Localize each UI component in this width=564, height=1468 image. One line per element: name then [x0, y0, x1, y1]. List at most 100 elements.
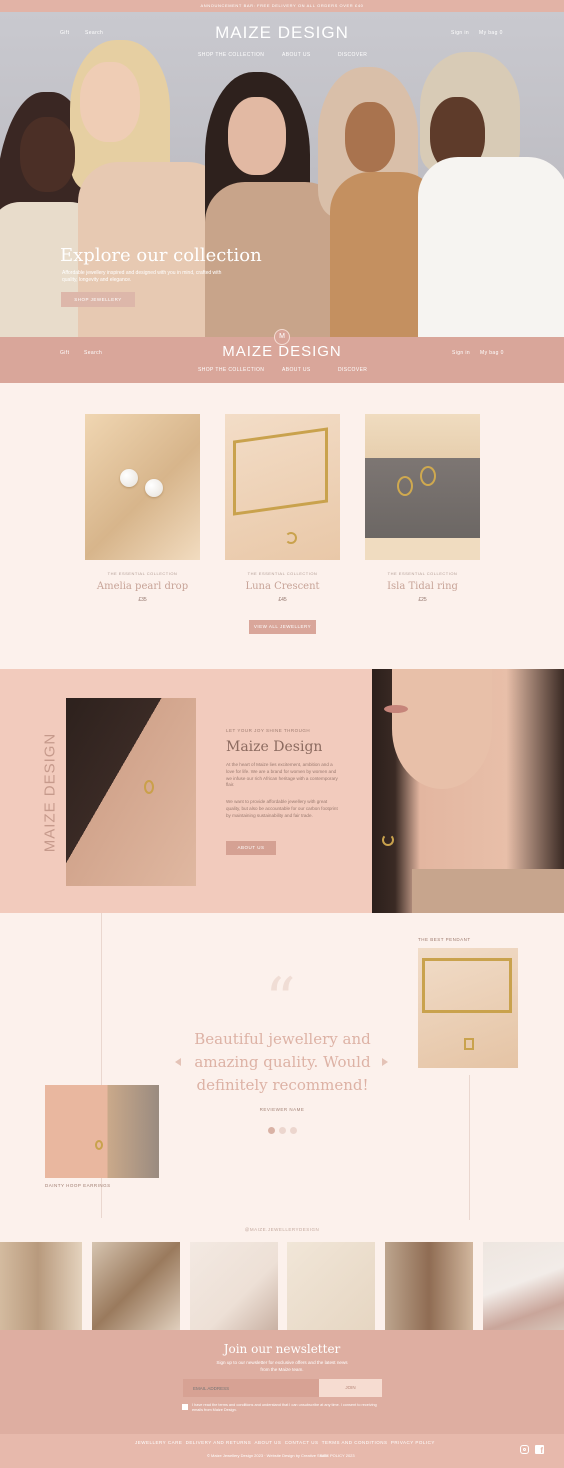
product-price: £35	[138, 597, 147, 603]
hero-model-2-face	[80, 62, 140, 142]
footer-link-about[interactable]: ABOUT US	[255, 1440, 282, 1445]
hoop-earring-icon	[95, 1140, 103, 1150]
instagram-thumb[interactable]	[287, 1242, 375, 1330]
sticky-bag-link[interactable]: My bag 0	[480, 350, 504, 356]
sticky-nav-about[interactable]: ABOUT US	[282, 367, 311, 373]
hero-text: Affordable jewellery inspired and design…	[62, 270, 222, 283]
next-arrow-icon[interactable]	[382, 1058, 388, 1066]
sticky-bag-count: 0	[500, 350, 504, 356]
pearl-icon	[120, 469, 138, 487]
carousel-dot[interactable]	[279, 1127, 286, 1134]
newsletter-section: Join our newsletter Sign up to our newsl…	[0, 1330, 564, 1434]
instagram-thumb[interactable]	[0, 1242, 82, 1330]
sticky-nav-shop[interactable]: SHOP THE COLLECTION	[198, 367, 264, 373]
newsletter-text: Sign up to our newsletter for exclusive …	[216, 1360, 348, 1372]
square-pendant-icon	[464, 1038, 474, 1050]
product-name[interactable]: Luna Crescent	[225, 581, 340, 592]
bag-label: My bag	[479, 30, 498, 36]
footer-link-privacy[interactable]: PRIVACY POLICY	[391, 1440, 435, 1445]
carousel-dot-active[interactable]	[268, 1127, 275, 1134]
hoop-earrings-image[interactable]	[45, 1085, 159, 1178]
hero-title: Explore our collection	[60, 245, 262, 266]
nav-discover[interactable]: DISCOVER	[338, 52, 367, 58]
sticky-header: M Gift Search MAIZE DESIGN Sign in My ba…	[0, 329, 564, 383]
nav-about[interactable]: ABOUT US	[282, 52, 311, 58]
consent-checkbox[interactable]	[182, 1404, 188, 1410]
about-paragraph-2: We want to provide affordable jewellery …	[226, 799, 338, 818]
hero-model-1-face	[20, 117, 75, 192]
best-pendant-image[interactable]	[418, 948, 518, 1068]
product-image-luna[interactable]	[225, 414, 340, 560]
footer-link-terms[interactable]: TERMS AND CONDITIONS	[322, 1440, 388, 1445]
about-image-model	[372, 669, 564, 913]
instagram-handle[interactable]: @MAIZE.JEWELLERYDESIGN	[0, 1227, 564, 1232]
instagram-thumb[interactable]	[190, 1242, 278, 1330]
footer-links: JEWELLERY CARE DELIVERY AND RETURNS ABOU…	[135, 1440, 435, 1445]
best-pendant-label: THE BEST PENDANT	[418, 937, 471, 942]
model-face	[392, 669, 492, 789]
pearl-icon	[145, 479, 163, 497]
about-title: Maize Design	[226, 739, 323, 755]
footer-link-contact[interactable]: CONTACT US	[285, 1440, 319, 1445]
quote-icon: “	[265, 965, 296, 1035]
about-eyebrow: LET YOUR JOY SHINE THROUGH	[226, 728, 311, 733]
footer-link-care[interactable]: JEWELLERY CARE	[135, 1440, 182, 1445]
hoop-earrings-label: DAINTY HOOP EARRINGS	[45, 1183, 111, 1188]
instagram-thumb[interactable]	[385, 1242, 473, 1330]
instagram-icon-lens	[522, 1447, 526, 1451]
carousel-dot[interactable]	[290, 1127, 297, 1134]
product-collection: THE ESSENTIAL COLLECTION	[107, 571, 178, 576]
crescent-necklace-icon	[382, 834, 394, 846]
prev-arrow-icon[interactable]	[175, 1058, 181, 1066]
hero-model-4-face	[345, 102, 395, 172]
about-paragraph-1: At the heart of Maize lies excitement, a…	[226, 762, 338, 788]
product-image-amelia[interactable]	[85, 414, 200, 560]
sticky-signin-link[interactable]: Sign in	[452, 350, 470, 356]
sticky-nav-discover[interactable]: DISCOVER	[338, 367, 367, 373]
product-name[interactable]: Amelia pearl drop	[85, 581, 200, 592]
glass-box-icon	[233, 427, 328, 516]
about-section: MAIZE DESIGN LET YOUR JOY SHINE THROUGH …	[0, 669, 564, 913]
model-lips	[384, 705, 408, 713]
model-dress	[412, 869, 564, 913]
nav-shop[interactable]: SHOP THE COLLECTION	[198, 52, 264, 58]
hero-model-5-shirt	[418, 157, 564, 337]
product-collection: THE ESSENTIAL COLLECTION	[247, 571, 318, 576]
join-button[interactable]: JOIN	[319, 1379, 382, 1397]
ear-cuff-icon	[144, 780, 154, 794]
footer-link-delivery[interactable]: DELIVERY AND RETURNS	[186, 1440, 252, 1445]
product-image-isla[interactable]	[365, 414, 480, 560]
newsletter-title: Join our newsletter	[223, 1342, 341, 1356]
shop-jewellery-button[interactable]: SHOP JEWELLERY	[61, 292, 135, 307]
instagram-thumb[interactable]	[92, 1242, 180, 1330]
bag-link[interactable]: My bag 0	[479, 30, 503, 36]
instagram-thumb[interactable]	[483, 1242, 564, 1330]
product-price: £25	[418, 597, 427, 603]
product-name[interactable]: Isla Tidal ring	[365, 581, 480, 592]
footer-copyright: © Maize Jewellery Design 2023 · Website …	[207, 1453, 329, 1458]
ring-icon	[397, 476, 413, 496]
consent-text: I have read the terms and conditions and…	[192, 1403, 377, 1413]
bag-count: 0	[499, 30, 503, 36]
facebook-icon[interactable]: f	[535, 1445, 544, 1455]
hero-model-3-face	[228, 97, 286, 175]
footer: JEWELLERY CARE DELIVERY AND RETURNS ABOU…	[0, 1434, 564, 1468]
signin-link[interactable]: Sign in	[451, 30, 469, 36]
testimonial-quote: Beautiful jewellery and amazing quality.…	[194, 1030, 371, 1094]
vertical-brand-text: MAIZE DESIGN	[41, 732, 59, 853]
hero-section: Gift Search MAIZE DESIGN Sign in My bag …	[0, 12, 564, 337]
footer-policy[interactable]: SITE POLICY 2023	[320, 1453, 355, 1458]
email-input[interactable]	[183, 1379, 319, 1397]
crescent-pendant-icon	[285, 532, 297, 544]
ring-icon	[420, 466, 436, 486]
instagram-icon[interactable]	[520, 1445, 529, 1454]
product-price: £45	[278, 597, 287, 603]
glass-box-icon	[422, 958, 512, 1013]
about-us-button[interactable]: ABOUT US	[226, 841, 276, 855]
divider-right	[469, 1075, 470, 1220]
sticky-bag-label: My bag	[480, 350, 499, 356]
announcement-bar: ANNOUNCEMENT BAR: FREE DELIVERY ON ALL O…	[0, 0, 564, 12]
product-collection: THE ESSENTIAL COLLECTION	[387, 571, 458, 576]
view-all-jewellery-button[interactable]: VIEW ALL JEWELLERY	[249, 620, 316, 634]
about-image-earring	[66, 698, 196, 886]
